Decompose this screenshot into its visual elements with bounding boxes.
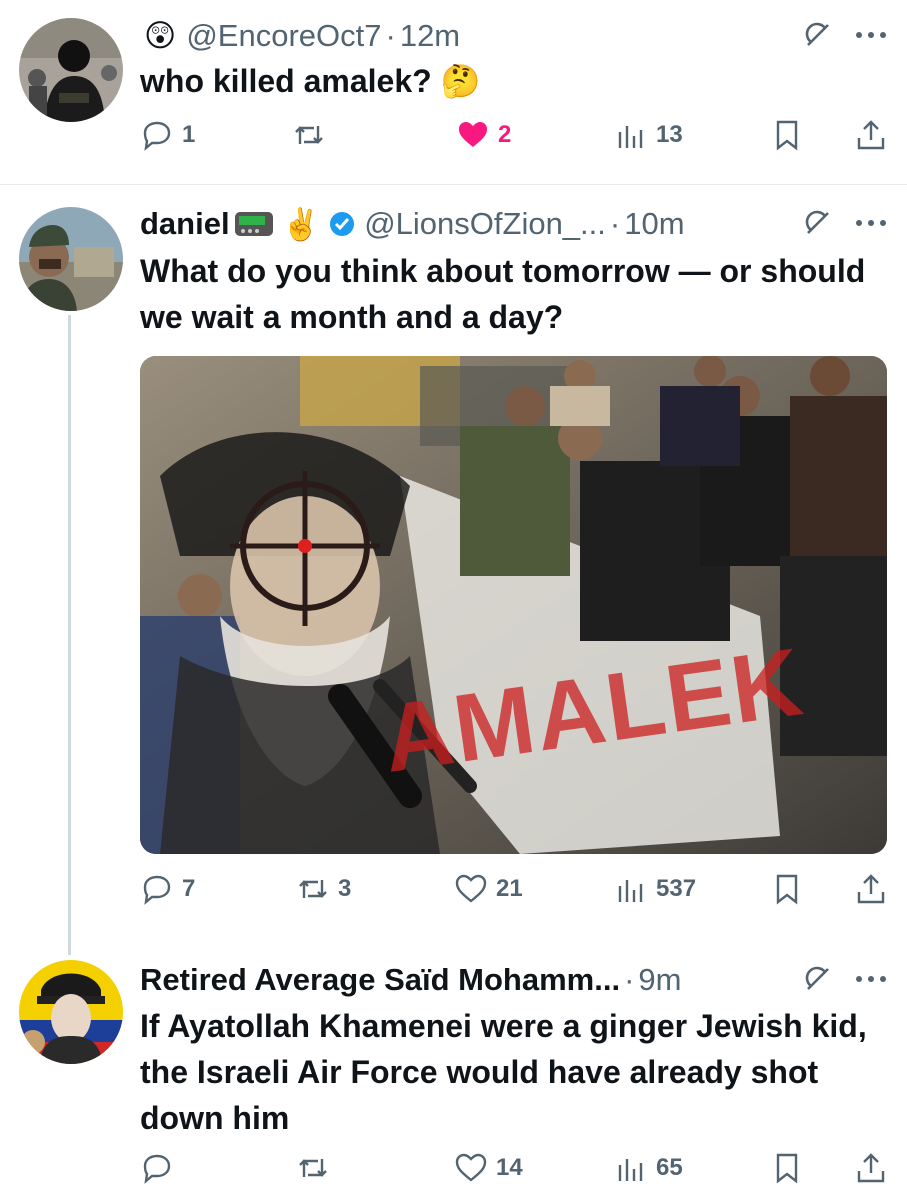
views-button[interactable]: 13: [614, 118, 683, 152]
bookmark-button[interactable]: [770, 118, 804, 152]
reply-button[interactable]: [140, 1151, 182, 1185]
like-button[interactable]: 21: [454, 872, 523, 906]
avatar[interactable]: [19, 960, 123, 1064]
separator-dot: ·: [609, 206, 621, 241]
more-icon[interactable]: [855, 31, 887, 39]
grok-icon[interactable]: [801, 962, 835, 996]
share-icon: [857, 1153, 885, 1183]
heart-icon: [455, 1153, 487, 1182]
like-button[interactable]: 14: [454, 1151, 523, 1185]
share-icon: [857, 874, 885, 904]
views-count: 13: [656, 121, 683, 148]
repost-button[interactable]: [296, 1151, 338, 1185]
reply-button[interactable]: 1: [140, 118, 195, 152]
meme-image: [140, 356, 887, 854]
separator-dot: ·: [385, 18, 396, 53]
verified-icon: [330, 212, 355, 236]
author-handle[interactable]: @LionsOfZion_...: [364, 206, 606, 242]
views-count: 537: [656, 875, 697, 902]
views-count: 65: [656, 1154, 683, 1181]
reply-count: 1: [182, 121, 196, 148]
views-icon: [618, 880, 643, 902]
bookmark-icon: [776, 874, 798, 905]
author-name[interactable]: Retired Average Saïd Mohamm...: [140, 962, 620, 998]
post-3[interactable]: Retired Average Saïd Mohamm... · 9m If A…: [0, 945, 907, 1200]
views-icon: [618, 1159, 643, 1181]
pager-emoji: [234, 210, 274, 238]
share-button[interactable]: [854, 872, 888, 906]
repost-button[interactable]: 3: [296, 872, 351, 906]
post-header: daniel ✌️ @LionsOfZion_... · 10m: [140, 204, 887, 244]
reply-button[interactable]: 7: [140, 872, 195, 906]
post-1[interactable]: 😲 @EncoreOct7 · 12m who killed amalek? 🤔…: [0, 0, 907, 184]
action-bar: 14 65: [140, 1151, 887, 1191]
heart-icon: [455, 874, 487, 903]
avatar[interactable]: [19, 207, 123, 311]
like-button[interactable]: 2: [456, 118, 511, 152]
astonished-emoji: 😲: [144, 18, 177, 53]
views-icon: [618, 126, 643, 148]
bookmark-button[interactable]: [770, 1151, 804, 1185]
more-icon[interactable]: [855, 975, 887, 983]
action-bar: 1 2 13: [140, 118, 887, 158]
share-icon: [857, 120, 885, 150]
like-count: 21: [496, 875, 523, 902]
bookmark-button[interactable]: [770, 872, 804, 906]
repost-icon: [299, 1159, 327, 1177]
post-header: 😲 @EncoreOct7 · 12m: [140, 16, 887, 56]
post-image[interactable]: AMALEK: [140, 356, 887, 854]
like-count: 2: [498, 121, 512, 148]
repost-button[interactable]: [292, 118, 334, 152]
bookmark-icon: [776, 120, 798, 151]
reply-icon: [143, 875, 171, 905]
post-text: What do you think about tomorrow — or sh…: [140, 253, 866, 335]
author-handle[interactable]: @EncoreOct7: [186, 18, 381, 54]
separator-dot: ·: [624, 962, 635, 997]
peace-emoji: ✌️: [281, 206, 321, 242]
pager-icon: [234, 212, 273, 236]
share-button[interactable]: [854, 118, 888, 152]
like-count: 14: [496, 1154, 523, 1181]
author-name[interactable]: daniel: [140, 206, 230, 242]
heart-icon: [459, 122, 487, 147]
bookmark-icon: [776, 1153, 798, 1184]
share-button[interactable]: [854, 1151, 888, 1185]
post-time[interactable]: 10m: [624, 206, 684, 242]
repost-icon: [299, 880, 327, 898]
views-button[interactable]: 65: [614, 1151, 683, 1185]
grok-icon[interactable]: [801, 18, 835, 52]
post-text: If Ayatollah Khamenei were a ginger Jewi…: [140, 1008, 867, 1136]
avatar[interactable]: [19, 18, 123, 122]
post-text: who killed amalek? 🤔: [140, 63, 481, 99]
repost-icon: [295, 126, 323, 144]
verified-badge: [328, 210, 356, 238]
reply-icon: [143, 121, 171, 151]
grok-icon[interactable]: [801, 206, 835, 240]
reply-icon: [143, 1154, 171, 1184]
more-icon[interactable]: [855, 219, 887, 227]
post-time[interactable]: 9m: [638, 962, 681, 998]
post-header: Retired Average Saïd Mohamm... · 9m: [140, 960, 887, 1000]
views-button[interactable]: 537: [614, 872, 696, 906]
action-bar: 7 3 21 537: [140, 872, 887, 912]
reply-count: 7: [182, 875, 196, 902]
post-time[interactable]: 12m: [400, 18, 460, 54]
repost-count: 3: [338, 875, 352, 902]
